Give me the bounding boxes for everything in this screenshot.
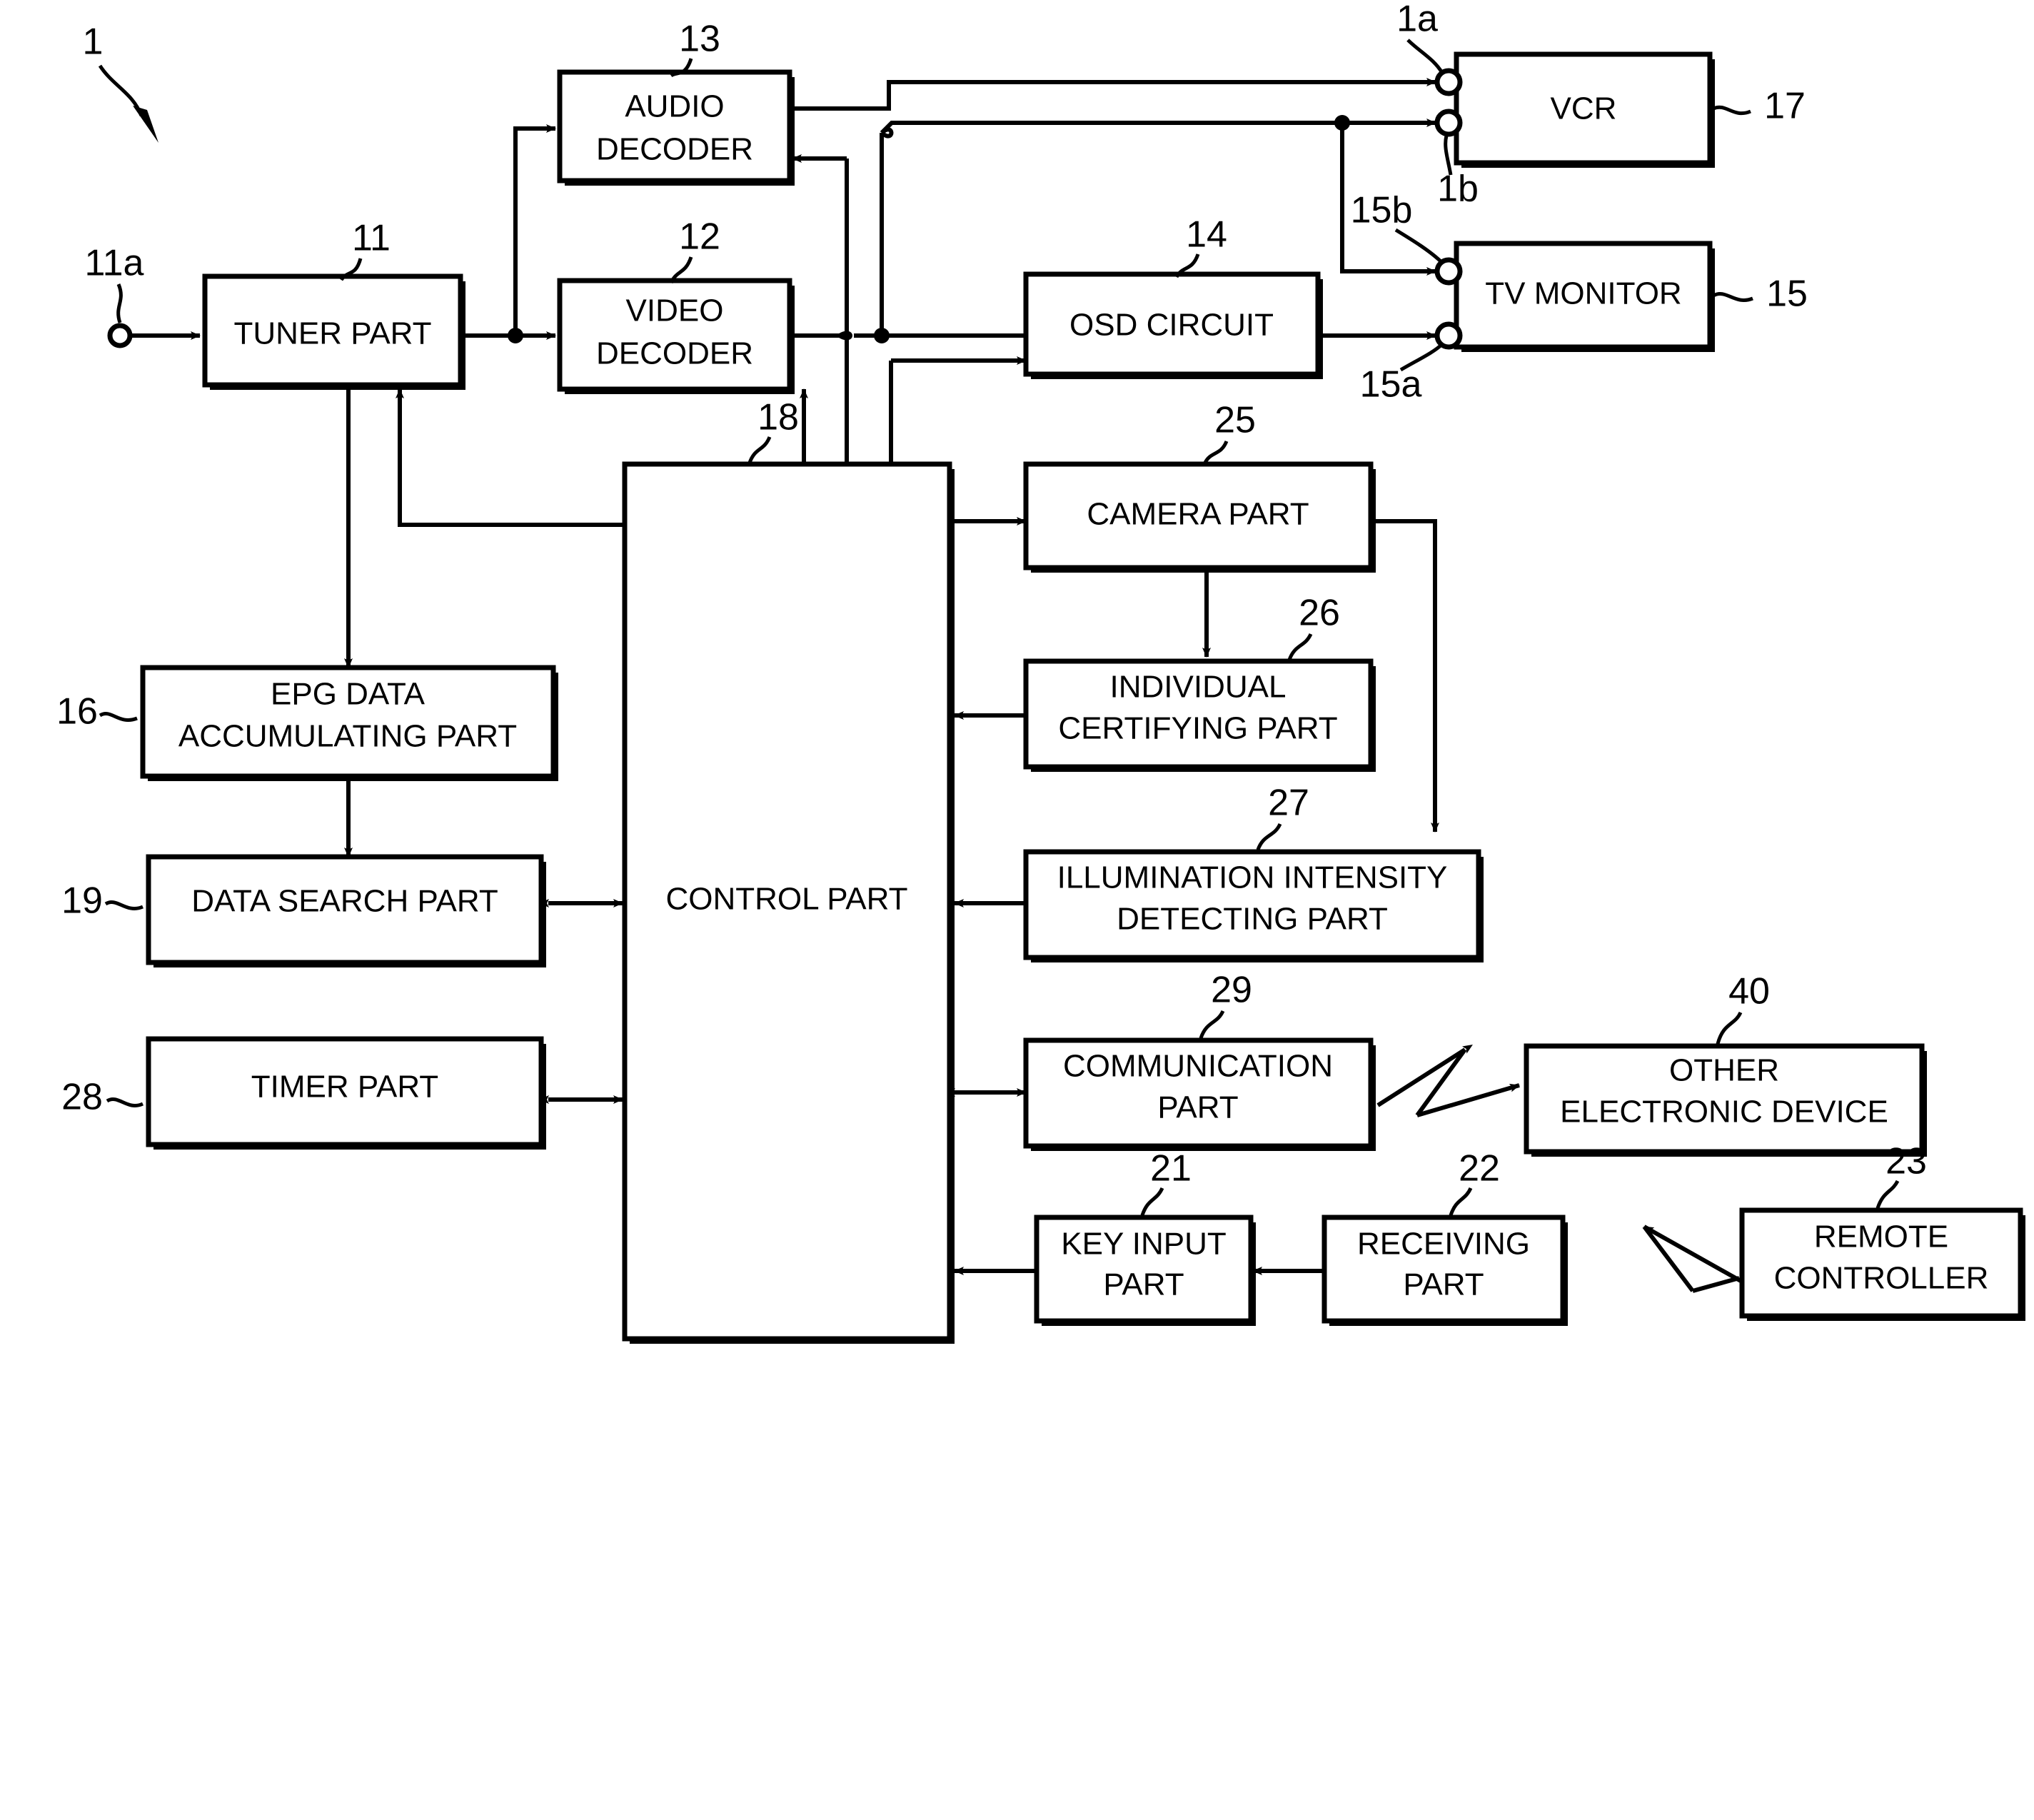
block-label-key-1: KEY INPUT [1061,1227,1226,1262]
svg-text:14: 14 [1186,214,1227,256]
ref-label-23: 23 [1876,1141,1927,1209]
block-label-control: CONTROL PART [665,882,907,917]
block-label-timer: TIMER PART [251,1070,438,1105]
block-label-tuner: TUNER PART [233,316,431,351]
block-camera-part[interactable]: CAMERA PART [1023,461,1376,573]
svg-text:1b: 1b [1437,169,1479,210]
svg-text:23: 23 [1886,1141,1927,1182]
ref-label-21: 21 [1140,1148,1192,1216]
block-timer-part[interactable]: TIMER PART [146,1036,546,1150]
block-label-epg-1: EPG DATA [271,677,426,712]
svg-text:26: 26 [1299,593,1340,634]
block-label-audio-1: AUDIO [625,89,724,124]
block-label-vcr: VCR [1551,91,1617,126]
ref-label-40: 40 [1716,971,1770,1045]
svg-text:11a: 11a [85,243,144,284]
block-label-osd: OSD CIRCUIT [1069,308,1274,343]
block-label-recv-1: RECEIVING [1357,1227,1530,1262]
antenna-terminal [107,323,133,348]
figure-ref-1: 1 [83,21,158,143]
svg-text:13: 13 [679,19,720,60]
svg-text:1a: 1a [1396,0,1438,40]
ref-label-15: 15 [1712,273,1808,315]
ref-label-27: 27 [1256,783,1309,850]
ref-label-1a: 1a [1396,0,1444,74]
svg-text:17: 17 [1764,86,1806,127]
svg-text:15: 15 [1766,273,1808,315]
ref-label-18: 18 [747,397,799,463]
svg-text:19: 19 [61,880,103,922]
ref-label-28: 28 [61,1077,144,1118]
svg-text:28: 28 [61,1077,103,1118]
block-label-epg-2: ACCUMULATING PART [178,719,517,754]
ref-label-19: 19 [61,880,144,922]
svg-text:18: 18 [757,397,799,438]
block-label-camera: CAMERA PART [1087,497,1309,532]
block-illumination-detecting-part[interactable]: ILLUMINATION INTENSITY DETECTING PART [1023,849,1484,962]
block-label-remote-1: REMOTE [1814,1220,1948,1255]
block-label-comm-1: COMMUNICATION [1063,1049,1333,1084]
svg-text:12: 12 [679,216,720,258]
block-epg-data-accumulating-part[interactable]: EPG DATA ACCUMULATING PART [140,665,558,781]
block-communication-part[interactable]: COMMUNICATION PART [1023,1037,1376,1151]
block-label-illum-2: DETECTING PART [1117,902,1388,937]
svg-text:15a: 15a [1360,364,1422,406]
ref-label-11a: 11a [85,243,144,323]
svg-text:11: 11 [352,218,391,259]
ref-label-14: 14 [1174,214,1227,278]
ref-label-15b: 15b [1351,190,1444,264]
block-tuner-part[interactable]: TUNER PART [202,273,465,390]
ref-label-22: 22 [1449,1148,1500,1216]
ref-label-25: 25 [1203,400,1256,464]
block-individual-certifying-part[interactable]: INDIVIDUAL CERTIFYING PART [1023,658,1376,772]
svg-text:27: 27 [1268,783,1309,824]
block-label-illum-1: ILLUMINATION INTENSITY [1057,860,1448,895]
block-other-electronic-device[interactable]: OTHER ELECTRONIC DEVICE [1524,1043,1927,1157]
block-label-other-2: ELECTRONIC DEVICE [1560,1095,1888,1130]
block-label-remote-2: CONTROLLER [1774,1261,1989,1296]
block-key-input-part[interactable]: KEY INPUT PART [1034,1215,1256,1326]
block-receiving-part[interactable]: RECEIVING PART [1321,1215,1568,1326]
block-vcr[interactable]: VCR [1454,51,1715,168]
svg-text:25: 25 [1214,400,1256,441]
svg-text:16: 16 [56,691,98,733]
block-audio-decoder[interactable]: AUDIO DECODER [557,69,795,186]
block-osd-circuit[interactable]: OSD CIRCUIT [1023,271,1323,379]
vcr-terminal-1b [1434,109,1463,137]
block-label-certify-1: INDIVIDUAL [1110,670,1287,705]
block-video-decoder[interactable]: VIDEO DECODER [557,278,795,394]
block-label-video-1: VIDEO [626,293,724,328]
block-label-other-1: OTHER [1669,1053,1779,1088]
block-label-video-2: DECODER [596,336,753,371]
patent-block-diagram: TUNER PART 11 11a AUDIO DECODER 13 VIDEO… [0,0,2034,1820]
block-label-audio-2: DECODER [596,132,753,167]
block-remote-controller[interactable]: REMOTE CONTROLLER [1739,1207,2025,1321]
block-label-comm-2: PART [1157,1090,1238,1125]
block-data-search-part[interactable]: DATA SEARCH PART [146,854,546,967]
ref-label-17: 17 [1712,86,1806,127]
block-label-search: DATA SEARCH PART [191,884,498,919]
svg-text:21: 21 [1150,1148,1192,1190]
ref-label-29: 29 [1199,970,1252,1039]
svg-text:29: 29 [1211,970,1252,1011]
block-label-key-2: PART [1103,1267,1184,1302]
ref-label-12: 12 [669,216,720,284]
block-label-recv-2: PART [1403,1267,1484,1302]
vcr-terminal-1a [1434,68,1463,96]
ref-label-16: 16 [56,691,138,733]
ref-label-15a: 15a [1360,343,1444,406]
svg-text:1: 1 [83,21,104,63]
ref-label-26: 26 [1287,593,1340,660]
svg-text:22: 22 [1459,1148,1500,1190]
block-control-part[interactable]: CONTROL PART [622,461,955,1344]
block-tv-monitor[interactable]: TV MONITOR [1454,241,1715,352]
block-label-tv: TV MONITOR [1485,276,1681,311]
block-label-certify-2: CERTIFYING PART [1058,711,1337,746]
ref-label-11: 11 [339,218,391,281]
svg-text:15b: 15b [1351,190,1413,231]
ref-label-13: 13 [670,19,720,78]
svg-text:40: 40 [1728,971,1770,1012]
